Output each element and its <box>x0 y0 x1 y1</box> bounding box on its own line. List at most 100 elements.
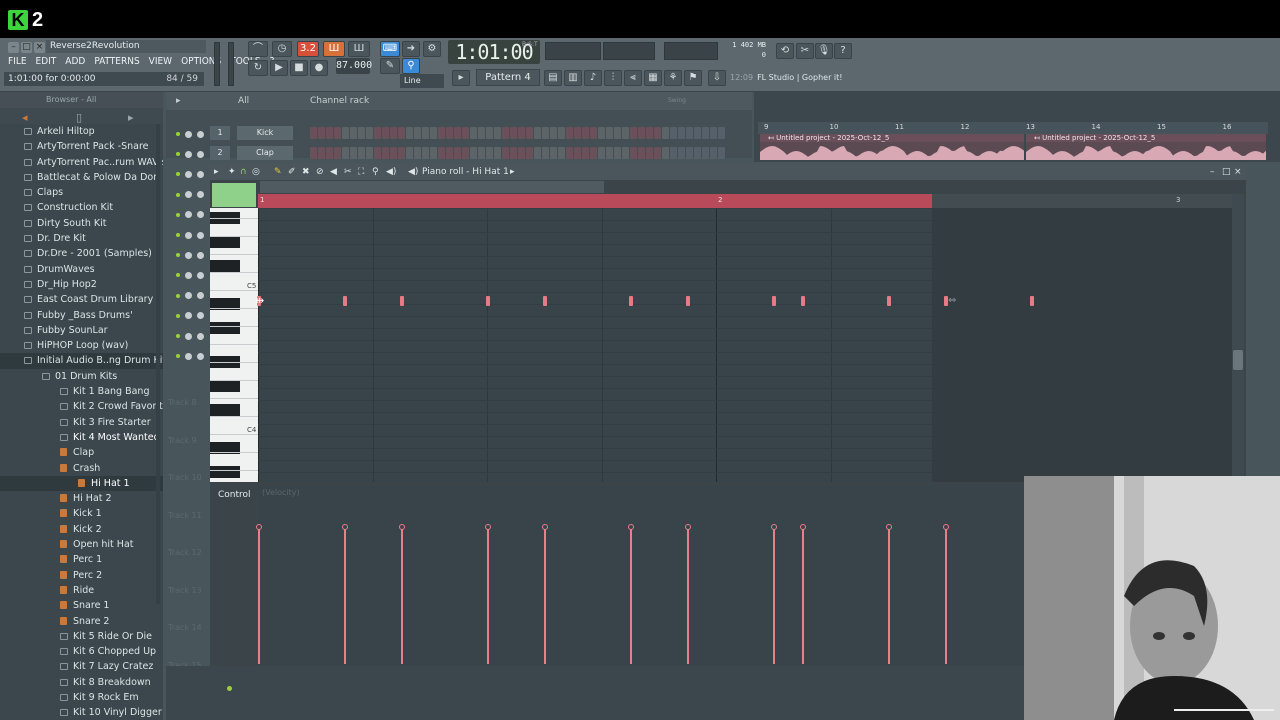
stop-icon[interactable]: ■ <box>290 60 308 76</box>
hi-hat-note[interactable] <box>629 296 634 306</box>
step-button[interactable] <box>510 127 517 139</box>
recording-icon[interactable]: ⚙ <box>423 41 441 57</box>
step-button[interactable] <box>670 147 677 159</box>
step-button[interactable] <box>654 147 661 159</box>
wait-record-icon[interactable]: ◷ <box>272 41 292 57</box>
step-button[interactable] <box>374 127 381 139</box>
step-button[interactable] <box>566 147 573 159</box>
hi-hat-note[interactable] <box>342 296 347 306</box>
velocity-handle[interactable] <box>256 524 262 530</box>
step-button[interactable] <box>334 147 341 159</box>
browser-item[interactable]: ArtyTorrent Pack -Snare <box>0 139 163 154</box>
playlist-icon[interactable]: ▤ <box>544 70 562 86</box>
hi-hat-note[interactable] <box>686 296 691 306</box>
browser-item[interactable]: 01 Drum Kits <box>0 369 163 384</box>
velocity-handle[interactable] <box>799 524 806 530</box>
hi-hat-note[interactable] <box>886 296 891 306</box>
browser-item[interactable]: Dirty South Kit <box>0 216 163 231</box>
black-key[interactable] <box>210 466 240 478</box>
paint-tool-icon[interactable]: ✐ <box>288 164 296 180</box>
browser-item[interactable]: Fubby SounLar <box>0 323 163 338</box>
loop-region[interactable] <box>258 194 932 208</box>
step-button[interactable] <box>310 147 317 159</box>
step-button[interactable] <box>438 147 445 159</box>
step-button[interactable] <box>574 147 581 159</box>
browser-item[interactable]: Hi Hat 1 <box>0 475 163 492</box>
browser-item[interactable]: Dr. Dre Kit <box>0 231 163 246</box>
help-icon[interactable]: ? <box>834 43 852 59</box>
step-button[interactable] <box>694 147 701 159</box>
step-button[interactable] <box>590 127 597 139</box>
step-edit-button[interactable]: 3.2 <box>297 41 319 57</box>
step-button[interactable] <box>350 127 357 139</box>
browser-item[interactable]: Clap <box>0 445 163 460</box>
piano-keyboard[interactable] <box>210 208 258 482</box>
black-key[interactable] <box>210 322 240 334</box>
browser-item[interactable]: Kit 3 Fire Starter <box>0 415 163 430</box>
pencil-icon[interactable]: ✎ <box>380 58 400 74</box>
rack-menu-icon[interactable]: ▸ <box>176 92 181 110</box>
step-button[interactable] <box>510 147 517 159</box>
step-button[interactable] <box>702 127 709 139</box>
step-button[interactable] <box>358 147 365 159</box>
audio-clip[interactable]: ↤ Untitled project - 2025-Oct-12_5 <box>1026 134 1266 160</box>
record-icon[interactable]: ● <box>310 60 328 76</box>
pan-knob[interactable] <box>185 150 192 158</box>
menu-item-view[interactable]: VIEW <box>145 55 177 69</box>
browser-item[interactable]: Battlecat & Polow Da Don Kit <box>0 170 163 185</box>
step-button[interactable] <box>678 147 685 159</box>
step-button[interactable] <box>318 147 325 159</box>
browser-icon[interactable]: ▦ <box>644 70 662 86</box>
browser-item[interactable]: Kit 5 Ride Or Die <box>0 629 163 644</box>
pr-minimize-icon[interactable]: – <box>1210 164 1215 180</box>
pan-knob[interactable] <box>185 130 192 138</box>
velocity-bar[interactable] <box>687 529 690 664</box>
piano-roll-icon[interactable]: ♪ <box>584 70 602 86</box>
step-button[interactable] <box>630 147 637 159</box>
step-button[interactable] <box>390 127 397 139</box>
step-button[interactable] <box>654 127 661 139</box>
step-button[interactable] <box>430 127 437 139</box>
velocity-bar[interactable] <box>401 529 404 664</box>
browser-item[interactable]: Dr.Dre - 2001 (Samples) <box>0 246 163 261</box>
step-button[interactable] <box>630 127 637 139</box>
step-button[interactable] <box>406 147 413 159</box>
volume-knob[interactable] <box>197 352 204 360</box>
step-button[interactable] <box>598 127 605 139</box>
rack-filter[interactable]: All <box>238 92 249 110</box>
step-button[interactable] <box>558 127 565 139</box>
volume-knob[interactable] <box>197 170 204 178</box>
browser-item[interactable]: HiPHOP Loop (wav) <box>0 338 163 353</box>
step-button[interactable] <box>334 127 341 139</box>
wrench-icon[interactable]: ✦ <box>228 164 236 180</box>
velocity-bar[interactable] <box>945 529 947 664</box>
step-button[interactable] <box>526 127 533 139</box>
browser-item[interactable]: Kit 8 Breakdown <box>0 675 163 690</box>
step-button[interactable] <box>310 127 317 139</box>
step-button[interactable] <box>550 147 557 159</box>
step-button[interactable] <box>638 147 645 159</box>
step-button[interactable] <box>374 147 381 159</box>
step-button[interactable] <box>646 127 653 139</box>
pr-arrow-icon[interactable]: ▸ <box>510 164 515 180</box>
step-button[interactable] <box>470 127 477 139</box>
step-button[interactable] <box>542 147 549 159</box>
typing-keyboard-icon[interactable]: ⌨ <box>380 41 400 57</box>
channel-name-clap[interactable]: Clap <box>237 146 293 160</box>
step-button[interactable] <box>366 147 373 159</box>
step-button[interactable] <box>574 127 581 139</box>
slip-tool-icon[interactable]: ◀ <box>330 164 337 180</box>
tools-icon[interactable]: ✂ <box>796 43 814 59</box>
step-button[interactable] <box>686 147 693 159</box>
black-key[interactable] <box>210 380 240 392</box>
browser-item[interactable]: Ride <box>0 583 163 598</box>
channel-number[interactable]: 2 <box>210 146 230 160</box>
pan-knob[interactable] <box>185 251 192 259</box>
menu-item-patterns[interactable]: PATTERNS <box>90 55 144 69</box>
mute-led[interactable] <box>176 313 180 318</box>
step-button[interactable] <box>582 147 589 159</box>
mute-led[interactable] <box>176 192 180 197</box>
browser-item[interactable]: East Coast Drum Library <box>0 292 163 307</box>
vertical-scroll-thumb[interactable] <box>1233 350 1243 370</box>
step-button[interactable] <box>670 127 677 139</box>
